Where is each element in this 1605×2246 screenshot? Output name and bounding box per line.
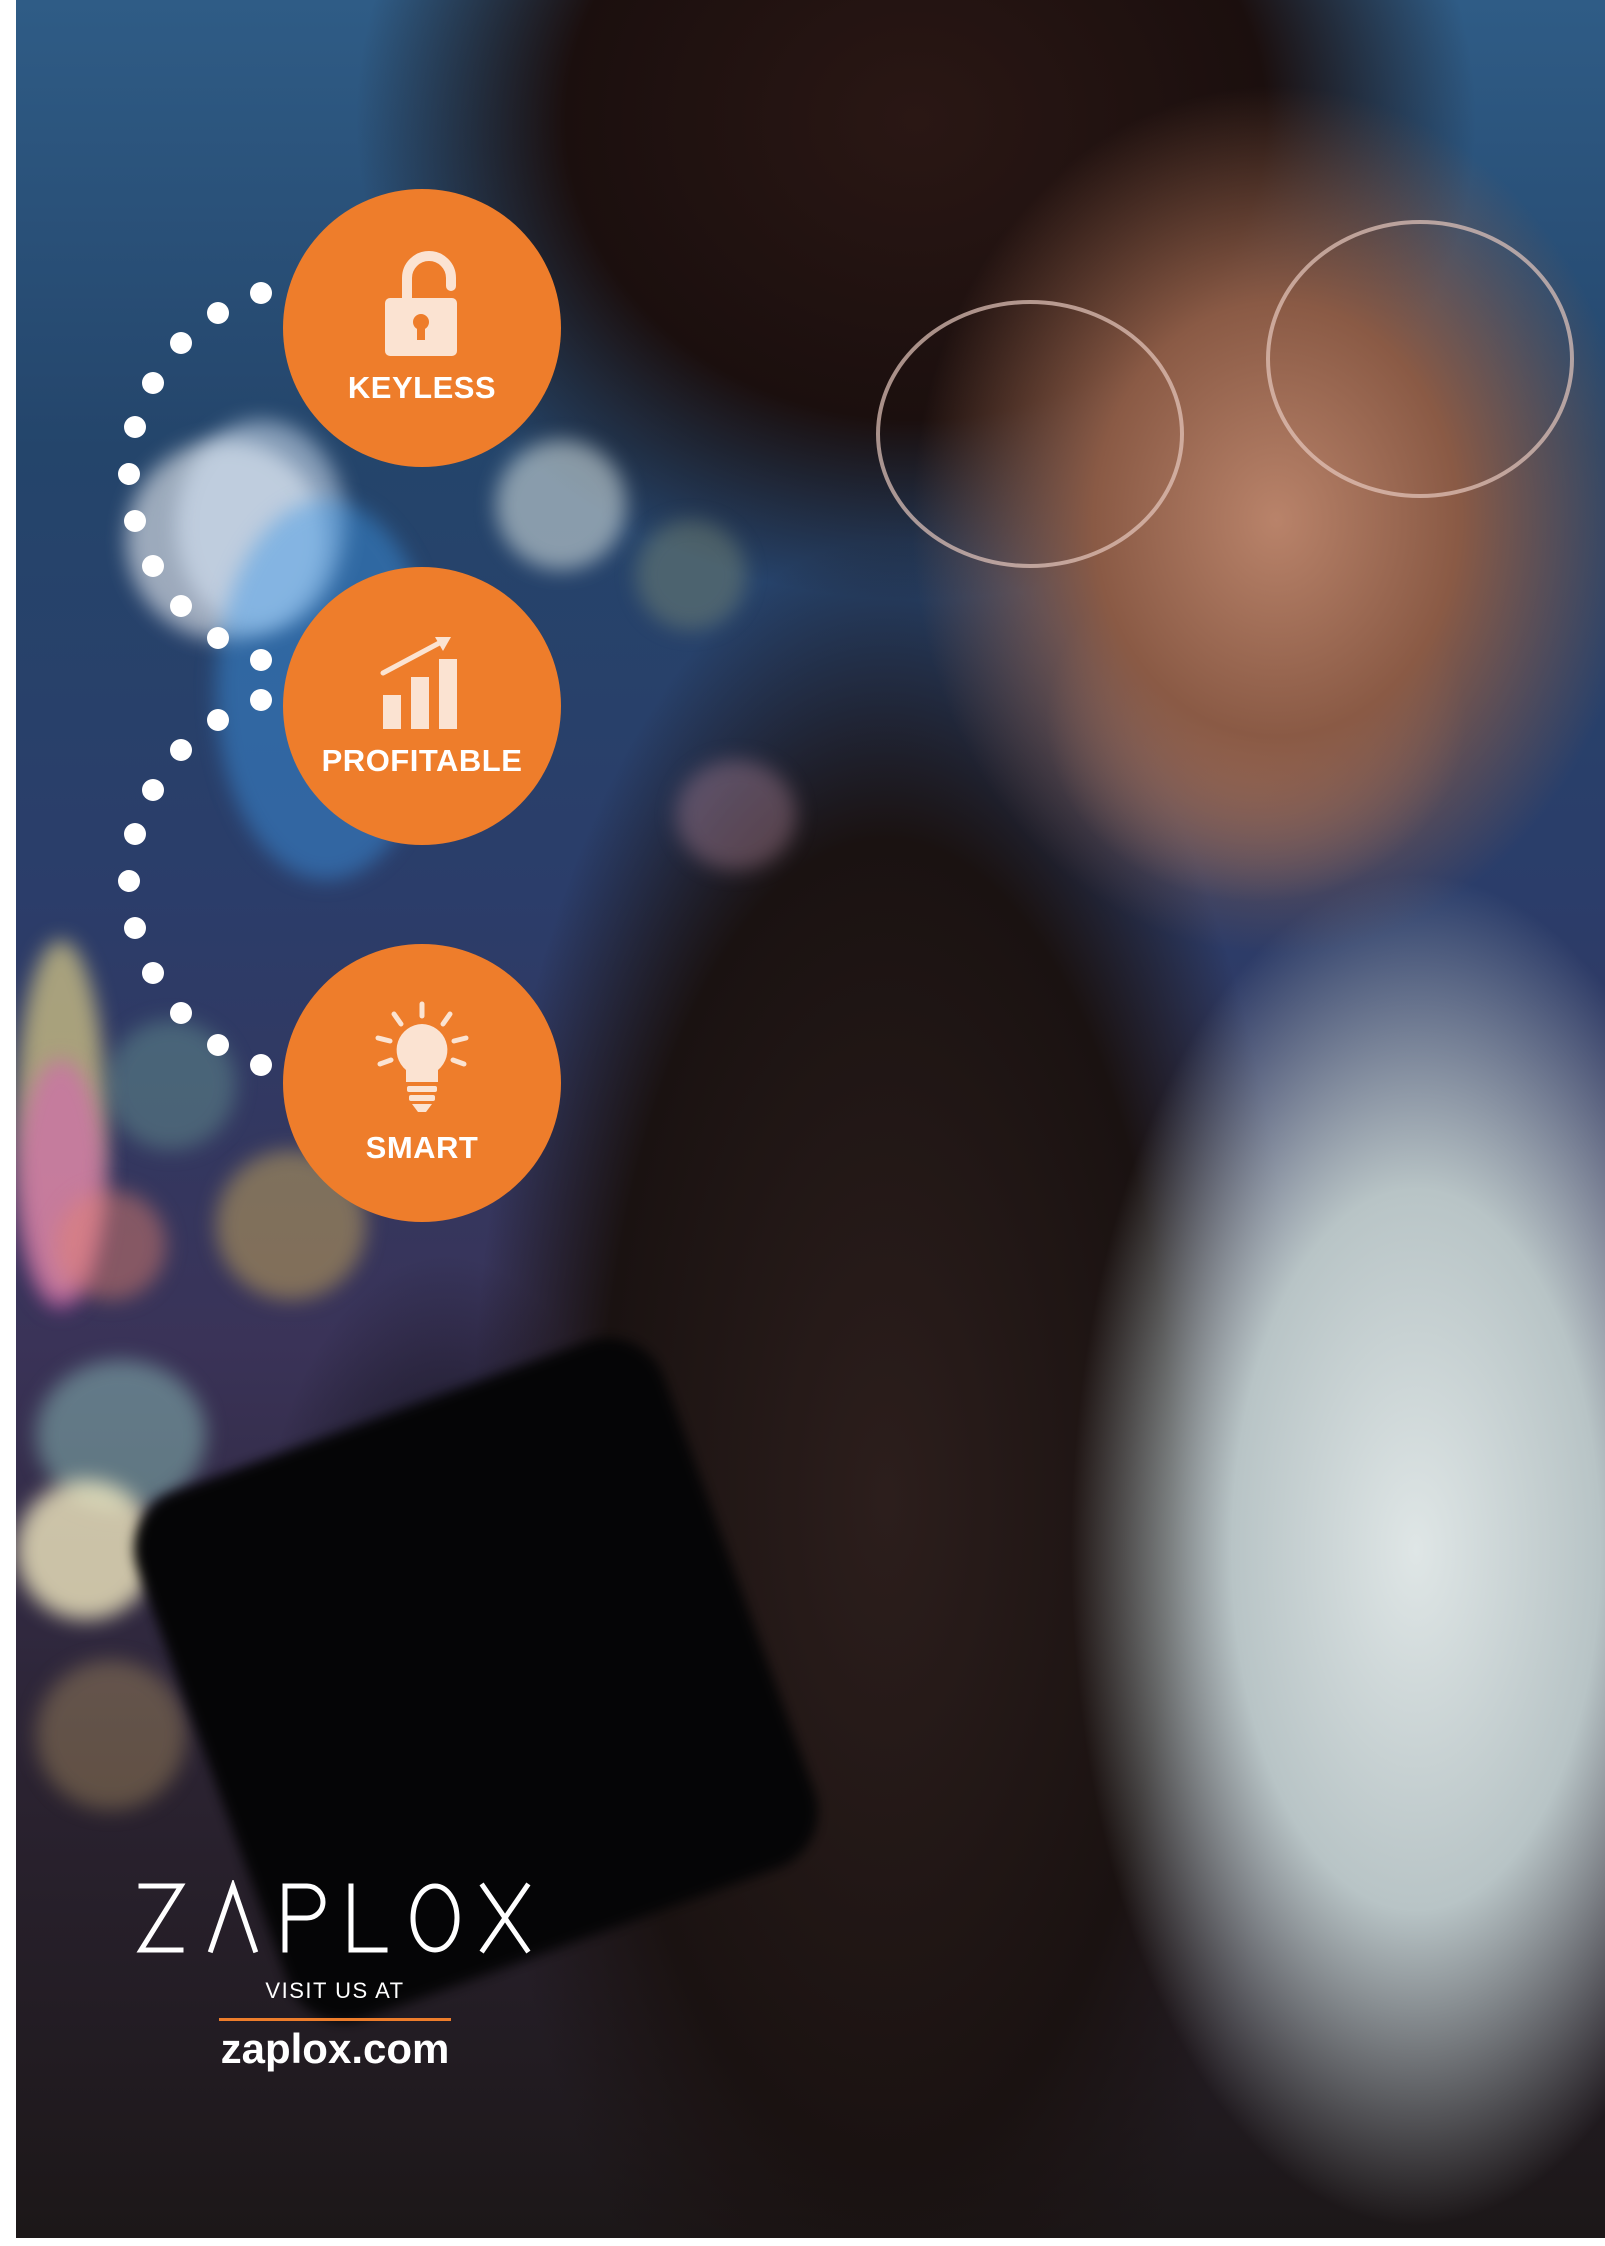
divider bbox=[219, 2018, 451, 2021]
bracket-dot bbox=[170, 1002, 192, 1024]
bracket-dot bbox=[118, 870, 140, 892]
bracket-dot bbox=[170, 739, 192, 761]
unlocked-padlock-icon bbox=[385, 251, 457, 356]
glasses-shape bbox=[1266, 220, 1574, 498]
bracket-dot bbox=[124, 917, 146, 939]
feature-label: KEYLESS bbox=[347, 370, 497, 405]
feature-label: PROFITABLE bbox=[321, 743, 523, 778]
feature-smart-badge: SMART bbox=[283, 944, 561, 1222]
bracket-dot bbox=[124, 510, 146, 532]
bracket-dot bbox=[250, 649, 272, 671]
bracket-dot bbox=[207, 709, 229, 731]
bokeh-light bbox=[36, 1660, 186, 1810]
lightbulb-icon bbox=[375, 1001, 469, 1112]
bracket-dot bbox=[250, 282, 272, 304]
bracket-dot bbox=[142, 779, 164, 801]
zaplox-logo bbox=[136, 1880, 531, 1954]
glasses-shape bbox=[876, 300, 1184, 568]
bracket-dot bbox=[142, 555, 164, 577]
bracket-dot bbox=[207, 302, 229, 324]
bokeh-light bbox=[56, 1190, 166, 1300]
bracket-dot bbox=[207, 1034, 229, 1056]
bracket-dot bbox=[124, 823, 146, 845]
bracket-dot bbox=[170, 332, 192, 354]
bracket-dot bbox=[207, 627, 229, 649]
bracket-dot bbox=[124, 416, 146, 438]
feature-keyless-badge: KEYLESS bbox=[283, 189, 561, 467]
website-link[interactable]: zaplox.com bbox=[100, 2025, 570, 2073]
bokeh-light bbox=[636, 520, 746, 630]
advertisement-page: KEYLESS PROFITABLE SMART VISIT US AT zap… bbox=[0, 0, 1605, 2246]
visit-label: VISIT US AT bbox=[265, 1978, 405, 2003]
bokeh-light bbox=[496, 440, 626, 570]
bracket-dot bbox=[142, 372, 164, 394]
bracket-dot bbox=[250, 1054, 272, 1076]
brand-block: VISIT US AT zaplox.com bbox=[100, 1880, 570, 2073]
bracket-dot bbox=[142, 962, 164, 984]
bracket-dot bbox=[170, 595, 192, 617]
bracket-dot bbox=[118, 463, 140, 485]
bracket-dot bbox=[250, 689, 272, 711]
feature-label: SMART bbox=[365, 1130, 479, 1165]
bokeh-light bbox=[676, 760, 796, 870]
growth-chart-icon bbox=[380, 637, 457, 729]
feature-profitable-badge: PROFITABLE bbox=[283, 567, 561, 845]
